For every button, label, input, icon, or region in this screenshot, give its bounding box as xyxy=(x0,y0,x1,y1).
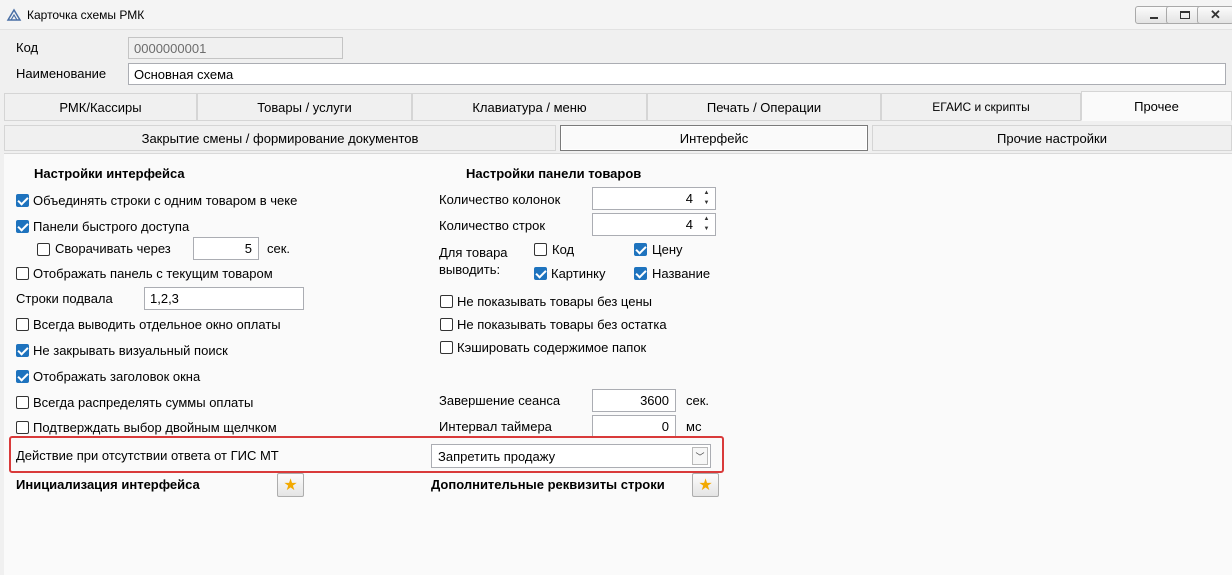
tab-print-operations[interactable]: Печать / Операции xyxy=(647,93,881,121)
subtab-shift-closing[interactable]: Закрытие смены / формирование документов xyxy=(4,125,556,151)
rows-value: 4 xyxy=(685,217,693,232)
keep-search-checkbox[interactable] xyxy=(16,344,29,357)
gis-action-value: Запретить продажу xyxy=(438,449,556,464)
show-current-panel-checkbox[interactable] xyxy=(16,267,29,280)
extra-props-button[interactable]: ★ xyxy=(692,473,719,497)
extra-props-label: Дополнительные реквизиты строки xyxy=(431,477,665,492)
rows-spin-arrows[interactable]: ▲ ▼ xyxy=(699,215,714,234)
show-name-label: Название xyxy=(652,266,711,281)
columns-spin-arrows[interactable]: ▲ ▼ xyxy=(699,189,714,208)
quick-panel-label: Панели быстрого доступа xyxy=(33,219,190,234)
name-label: Наименование xyxy=(16,66,107,81)
distribute-sums-checkbox[interactable] xyxy=(16,396,29,409)
rows-label: Количество строк xyxy=(439,218,546,233)
cache-folders-checkbox[interactable] xyxy=(440,341,453,354)
double-click-label: Подтверждать выбор двойным щелчком xyxy=(33,420,277,435)
tab-rmk-cashiers[interactable]: РМК/Кассиры xyxy=(4,93,197,121)
display-label-line1: Для товара xyxy=(439,245,508,260)
collapse-unit-label: сек. xyxy=(267,241,291,256)
title-bar: Карточка схемы РМК ✕ xyxy=(0,0,1232,30)
show-price-checkbox[interactable] xyxy=(634,243,647,256)
product-panel-title: Настройки панели товаров xyxy=(466,166,642,181)
columns-value: 4 xyxy=(685,191,693,206)
separate-payment-label: Всегда выводить отдельное окно оплаты xyxy=(33,317,281,332)
hide-no-price-checkbox[interactable] xyxy=(440,295,453,308)
display-label-line2: выводить: xyxy=(439,262,501,277)
merge-rows-label: Объединять строки с одним товаром в чеке xyxy=(33,193,298,208)
hide-no-stock-checkbox[interactable] xyxy=(440,318,453,331)
init-interface-button[interactable]: ★ xyxy=(277,473,304,497)
window-title: Карточка схемы РМК xyxy=(27,8,145,22)
interface-settings-title: Настройки интерфейса xyxy=(34,166,185,181)
session-end-unit: сек. xyxy=(686,393,710,408)
distribute-sums-label: Всегда распределять суммы оплаты xyxy=(33,395,254,410)
show-title-label: Отображать заголовок окна xyxy=(33,369,201,384)
name-field[interactable]: Основная схема xyxy=(128,63,1226,85)
keep-search-label: Не закрывать визуальный поиск xyxy=(33,343,228,358)
close-icon: ✕ xyxy=(1210,7,1221,22)
footer-rows-label: Строки подвала xyxy=(16,291,113,306)
spin-up-icon[interactable]: ▲ xyxy=(699,189,714,199)
columns-label: Количество колонок xyxy=(439,192,561,207)
gis-action-select[interactable]: Запретить продажу ﹀ xyxy=(431,444,711,468)
session-end-label: Завершение сеанса xyxy=(439,393,561,408)
timer-unit: мс xyxy=(686,419,702,434)
show-title-checkbox[interactable] xyxy=(16,370,29,383)
collapse-label: Сворачивать через xyxy=(55,241,171,256)
show-code-label: Код xyxy=(552,242,575,257)
collapse-seconds-input[interactable]: 5 xyxy=(193,237,259,260)
hide-no-stock-label: Не показывать товары без остатка xyxy=(457,317,667,332)
tab-keyboard-menu[interactable]: Клавиатура / меню xyxy=(412,93,647,121)
spin-up-icon[interactable]: ▲ xyxy=(699,215,714,225)
hide-no-price-label: Не показывать товары без цены xyxy=(457,294,652,309)
maximize-icon xyxy=(1179,11,1190,19)
cache-folders-label: Кэшировать содержимое папок xyxy=(457,340,647,355)
subtab-interface[interactable]: Интерфейс xyxy=(560,125,868,151)
minimize-icon xyxy=(1149,17,1158,19)
timer-input[interactable]: 0 xyxy=(592,415,676,438)
merge-rows-checkbox[interactable] xyxy=(16,194,29,207)
tab-egais-scripts[interactable]: ЕГАИС и скрипты xyxy=(881,93,1081,121)
star-icon: ★ xyxy=(283,477,298,494)
app-logo-icon xyxy=(6,8,22,21)
collapse-checkbox[interactable] xyxy=(37,243,50,256)
code-label: Код xyxy=(16,40,39,55)
rows-spinner[interactable]: 4 ▲ ▼ xyxy=(592,213,716,236)
chevron-down-icon[interactable]: ﹀ xyxy=(692,447,708,465)
show-current-panel-label: Отображать панель с текущим товаром xyxy=(33,266,273,281)
show-price-label: Цену xyxy=(652,242,683,257)
tab-other[interactable]: Прочее xyxy=(1081,91,1232,121)
close-button[interactable]: ✕ xyxy=(1197,6,1232,24)
show-name-checkbox[interactable] xyxy=(634,267,647,280)
show-code-checkbox[interactable] xyxy=(534,243,547,256)
separate-payment-checkbox[interactable] xyxy=(16,318,29,331)
show-picture-label: Картинку xyxy=(551,266,606,281)
columns-spinner[interactable]: 4 ▲ ▼ xyxy=(592,187,716,210)
code-field[interactable]: 0000000001 xyxy=(128,37,343,59)
timer-label: Интервал таймера xyxy=(439,419,552,434)
gis-action-label: Действие при отсутствии ответа от ГИС МТ xyxy=(16,448,279,463)
spin-down-icon[interactable]: ▼ xyxy=(699,199,714,209)
subtab-other-settings[interactable]: Прочие настройки xyxy=(872,125,1232,151)
double-click-checkbox[interactable] xyxy=(16,421,29,434)
footer-rows-input[interactable]: 1,2,3 xyxy=(144,287,304,310)
tab-goods-services[interactable]: Товары / услуги xyxy=(197,93,412,121)
spin-down-icon[interactable]: ▼ xyxy=(699,225,714,235)
session-end-input[interactable]: 3600 xyxy=(592,389,676,412)
init-interface-label: Инициализация интерфейса xyxy=(16,477,200,492)
star-icon: ★ xyxy=(698,477,713,494)
show-picture-checkbox[interactable] xyxy=(534,267,547,280)
quick-panel-checkbox[interactable] xyxy=(16,220,29,233)
